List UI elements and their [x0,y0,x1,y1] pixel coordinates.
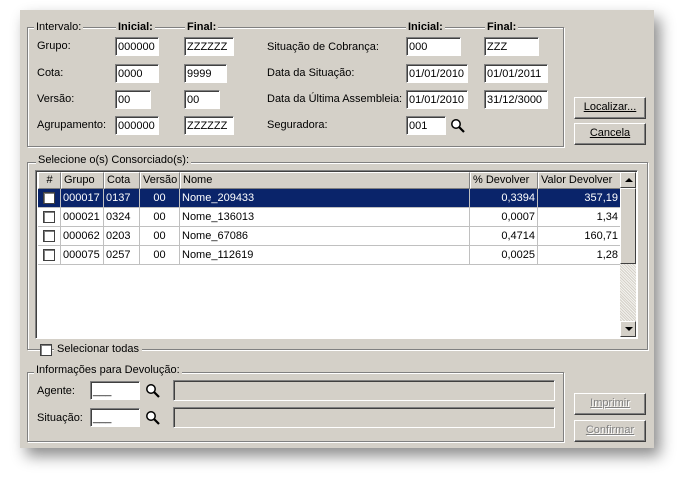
grupo-label: Grupo: [37,40,71,52]
row-checkbox[interactable] [43,230,55,242]
select-all-checkbox[interactable] [40,344,52,356]
scroll-down-button[interactable] [620,321,636,337]
data-situacao-label: Data da Situação: [267,67,355,79]
col-header-versao[interactable]: Versão [140,172,180,189]
pct-devolver-cell: 0,3394 [470,189,538,208]
cota-cell: 0203 [104,227,140,246]
data-situacao-final-input[interactable]: 01/01/2011 [484,64,548,83]
arrow-down-icon [625,327,633,331]
row-check-cell[interactable] [38,227,61,246]
data-situacao-inicial-input[interactable]: 01/01/2010 [406,64,468,83]
row-checkbox[interactable] [43,211,55,223]
grupo-inicial-input[interactable]: 000000 [115,37,159,56]
select-all-label[interactable]: Selecionar todas [54,343,142,356]
grupo-cell: 000062 [61,227,104,246]
seguradora-label: Seguradora: [267,119,328,131]
agrupamento-inicial-input[interactable]: 000000 [115,116,159,135]
data-ultima-assembleia-label: Data da Última Assembleia: [267,93,403,105]
cota-label: Cota: [37,67,64,79]
col-header-nome[interactable]: Nome [180,172,470,189]
nome-cell: Nome_209433 [180,189,470,208]
seguradora-input[interactable]: 001 [406,116,446,135]
valor-devolver-cell: 1,28 [538,246,621,265]
row-check-cell[interactable] [38,208,61,227]
row-check-cell[interactable] [38,189,61,208]
agente-label: Agente: [37,385,75,397]
cota-inicial-input[interactable]: 0000 [115,64,159,83]
versao-cell: 00 [140,227,180,246]
agente-description-field [173,380,555,401]
pct-devolver-cell: 0,4714 [470,227,538,246]
imprimir-button[interactable]: Imprimir [574,393,646,415]
row-checkbox[interactable] [43,192,55,204]
table-row[interactable]: 000017 0137 00 Nome_209433 0,3394 357,19 [38,189,621,208]
localizar-button[interactable]: Localizar... [574,97,646,119]
col-header-grupo[interactable]: Grupo [61,172,104,189]
situacao-input[interactable]: ___ [90,408,140,427]
interval-legend: Intervalo: [34,21,84,33]
table-row[interactable]: 000062 0203 00 Nome_67086 0,4714 160,71 [38,227,621,246]
grupo-cell: 000017 [61,189,104,208]
dialog-window: Intervalo: Inicial: Final: Inicial: Fina… [20,10,654,448]
header-rule [84,27,114,29]
versao-label: Versão: [37,93,75,105]
versao-cell: 00 [140,208,180,227]
versao-final-input[interactable]: 00 [184,90,220,109]
valor-devolver-cell: 357,19 [538,189,621,208]
scroll-thumb[interactable] [620,188,636,264]
scroll-up-button[interactable] [620,172,636,188]
col-header-pct-devolver[interactable]: % Devolver [470,172,538,189]
nome-cell: Nome_136013 [180,208,470,227]
valor-devolver-cell: 160,71 [538,227,621,246]
pct-devolver-cell: 0,0007 [470,208,538,227]
inicial-header-right: Inicial: [406,21,445,34]
row-check-cell[interactable] [38,246,61,265]
cota-final-input[interactable]: 9999 [184,64,227,83]
data-assembleia-final-input[interactable]: 31/12/3000 [484,90,548,109]
nome-cell: Nome_67086 [180,227,470,246]
arrow-up-icon [625,178,633,182]
situacao-cobranca-inicial-input[interactable]: 000 [406,37,461,56]
data-assembleia-inicial-input[interactable]: 01/01/2010 [406,90,468,109]
cancela-button[interactable]: Cancela [574,123,646,145]
table-row[interactable]: 000075 0257 00 Nome_112619 0,0025 1,28 [38,246,621,265]
situacao-search-icon[interactable] [145,410,161,426]
grupo-final-input[interactable]: ZZZZZZ [184,37,234,56]
agrupamento-label: Agrupamento: [37,119,107,131]
col-header-valor-devolver[interactable]: Valor Devolver [538,172,621,189]
final-header-left: Final: [185,21,219,34]
consorciados-legend: Selecione o(s) Consorciado(s): [36,154,192,166]
table-row[interactable]: 000021 0324 00 Nome_136013 0,0007 1,34 [38,208,621,227]
versao-cell: 00 [140,189,180,208]
cota-cell: 0324 [104,208,140,227]
situacao-cobranca-label: Situação de Cobrança: [267,41,379,53]
col-header-check[interactable]: # [38,172,61,189]
agrupamento-final-input[interactable]: ZZZZZZ [184,116,234,135]
grupo-cell: 000021 [61,208,104,227]
inicial-header-left: Inicial: [116,21,155,34]
nome-cell: Nome_112619 [180,246,470,265]
cota-cell: 0137 [104,189,140,208]
consorciados-grid[interactable]: # Grupo Cota Versão Nome % Devolver Valo… [35,170,638,339]
agente-search-icon[interactable] [145,383,161,399]
confirmar-button[interactable]: Confirmar [574,420,646,442]
pct-devolver-cell: 0,0025 [470,246,538,265]
valor-devolver-cell: 1,34 [538,208,621,227]
versao-inicial-input[interactable]: 00 [115,90,151,109]
cota-cell: 0257 [104,246,140,265]
final-header-right: Final: [485,21,519,34]
agente-input[interactable]: ___ [90,381,140,400]
col-header-cota[interactable]: Cota [104,172,140,189]
situacao-label: Situação: [37,412,83,424]
grupo-cell: 000075 [61,246,104,265]
situacao-cobranca-final-input[interactable]: ZZZ [484,37,539,56]
situacao-description-field [173,407,555,428]
grid-vertical-scrollbar[interactable] [620,172,636,337]
versao-cell: 00 [140,246,180,265]
row-checkbox[interactable] [43,249,55,261]
devolucao-legend: Informações para Devolução: [34,364,182,376]
seguradora-search-icon[interactable] [450,118,466,134]
